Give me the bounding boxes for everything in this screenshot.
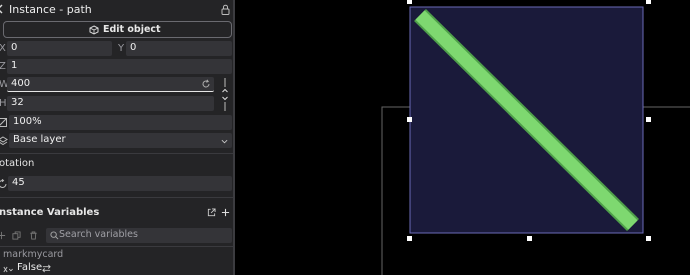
search-icon [50, 231, 59, 240]
collapse-chevron-icon[interactable] [0, 4, 3, 14]
swap-icon[interactable] [42, 264, 51, 273]
design-canvas[interactable] [240, 0, 690, 275]
x-label: X [0, 43, 6, 54]
search-placeholder: Search variables [59, 229, 138, 240]
z-field[interactable]: 1 [7, 59, 232, 74]
plus-icon[interactable] [221, 208, 230, 217]
reset-icon[interactable] [201, 79, 211, 89]
open-external-icon[interactable] [207, 208, 216, 217]
properties-panel: Instance - path Edit object X 0 Y 0 Z 1 … [0, 0, 235, 275]
x-value: 0 [11, 42, 18, 53]
x-field[interactable]: 0 [7, 41, 112, 56]
w-value: 400 [11, 78, 31, 89]
trash-icon[interactable] [29, 231, 38, 240]
layer-select[interactable]: Base layer [9, 133, 232, 148]
resize-handle [646, 117, 651, 122]
z-value: 1 [11, 60, 18, 71]
rotation-value: 45 [12, 177, 25, 188]
w-field[interactable]: 400 [7, 77, 214, 92]
layers-icon [0, 136, 8, 146]
resize-handle [646, 236, 651, 241]
panel-scrollbar[interactable] [233, 0, 235, 275]
instance-header: Instance - path [0, 0, 235, 20]
variable-name: markmycard [3, 249, 64, 260]
separator [0, 153, 233, 154]
edit-object-button[interactable]: Edit object [3, 21, 232, 38]
canvas-stage [381, 0, 690, 275]
rotation-title: otation [0, 158, 35, 169]
y-label: Y [118, 43, 125, 54]
instance-variables-title: nstance Variables [0, 207, 100, 218]
resize-handle [527, 236, 532, 241]
edit-object-label: Edit object [103, 24, 161, 35]
copy-icon[interactable] [12, 231, 21, 240]
y-value: 0 [130, 42, 137, 53]
cube-edit-icon [89, 25, 99, 35]
z-label: Z [0, 61, 6, 72]
opacity-field[interactable]: 100% [9, 115, 232, 130]
lock-icon[interactable] [221, 4, 230, 15]
variable-value[interactable]: False [17, 262, 42, 273]
opacity-value: 100% [13, 116, 42, 127]
plus-icon[interactable] [0, 231, 6, 240]
resize-handle [407, 0, 412, 4]
separator [0, 246, 233, 247]
search-variables-input[interactable]: Search variables [46, 228, 232, 243]
resize-handle [646, 0, 651, 4]
layer-value: Base layer [13, 134, 66, 145]
variable-type-icon [3, 266, 13, 273]
h-label: H [0, 98, 7, 109]
y-field[interactable]: 0 [126, 41, 232, 56]
rotation-field[interactable]: 45 [8, 176, 232, 191]
h-field[interactable]: 32 [7, 96, 214, 111]
instance-title: Instance - path [9, 3, 92, 16]
separator [0, 197, 233, 198]
opacity-icon [0, 118, 7, 127]
chevron-down-icon [221, 139, 228, 144]
variable-row: False [0, 262, 233, 275]
rotate-icon [0, 179, 7, 188]
resize-handle [407, 236, 412, 241]
link-toggle-icon[interactable] [221, 78, 229, 112]
resize-handle [407, 117, 412, 122]
h-value: 32 [11, 97, 24, 108]
